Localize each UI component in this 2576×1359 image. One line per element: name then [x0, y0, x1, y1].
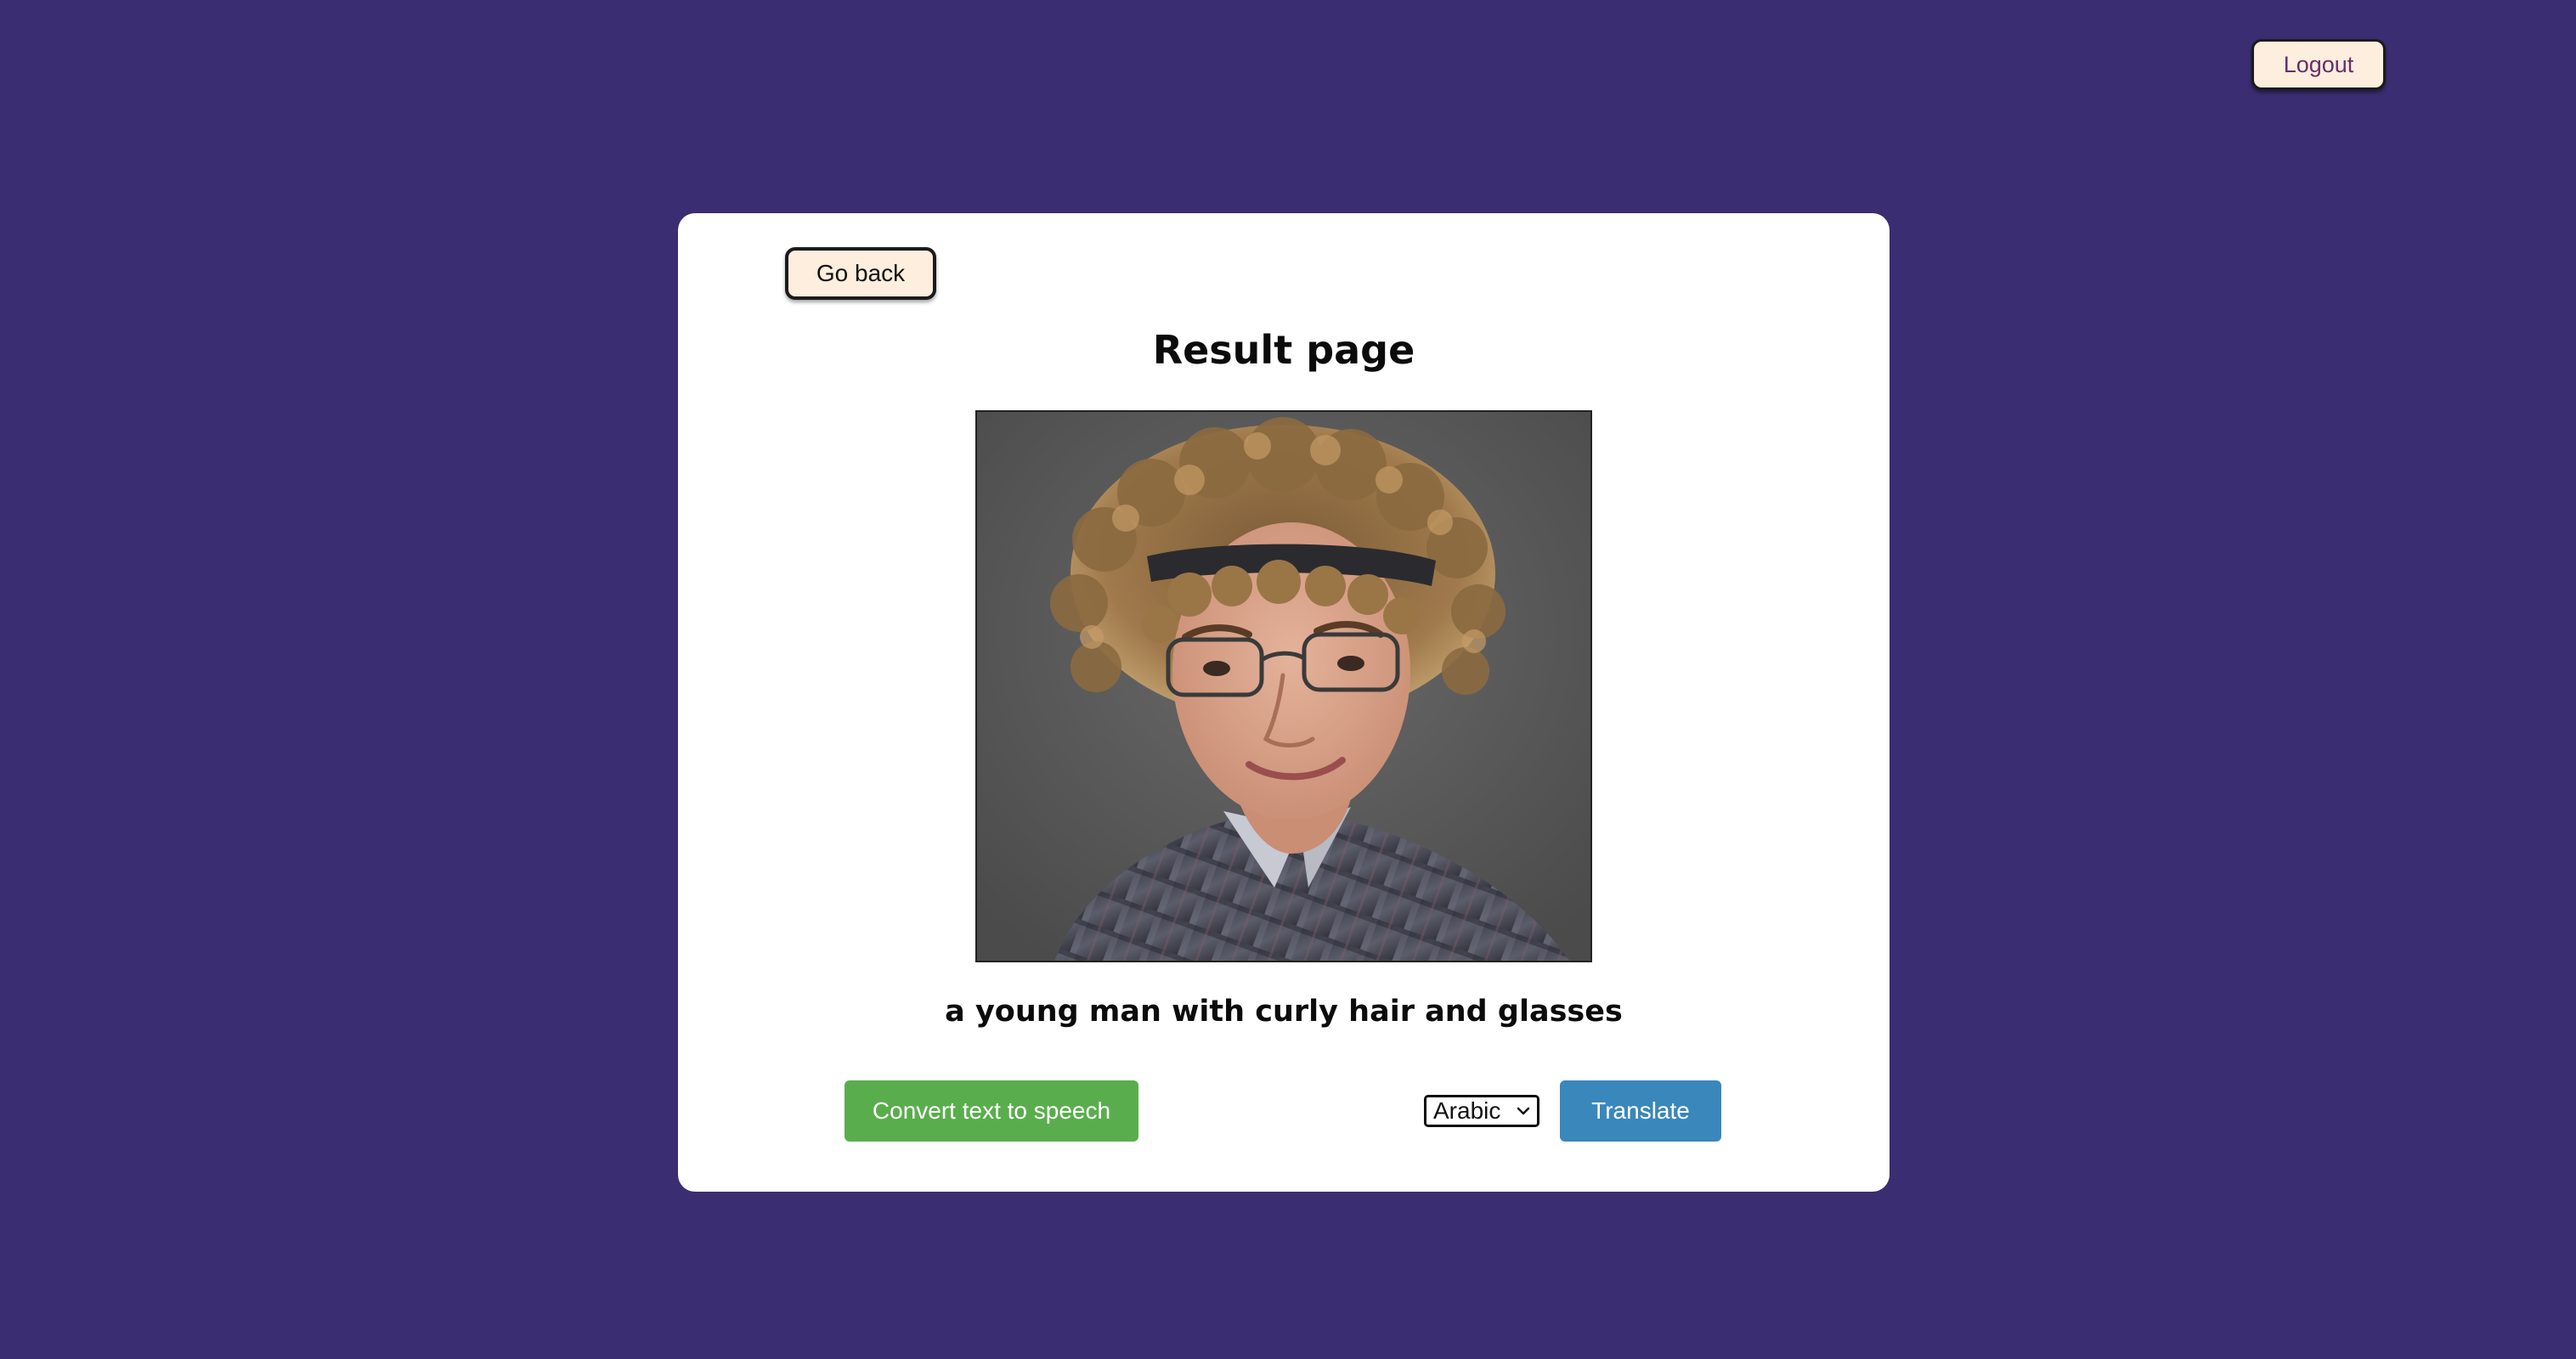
language-select-value: Arabic	[1433, 1097, 1501, 1124]
portrait-image	[977, 412, 1590, 961]
translate-button[interactable]: Translate	[1560, 1080, 1721, 1142]
page-title: Result page	[1152, 327, 1415, 373]
result-card: Go back Result page a young man with cur…	[678, 213, 1890, 1192]
logout-button[interactable]: Logout	[2251, 39, 2386, 90]
language-select[interactable]: Arabic	[1424, 1095, 1539, 1127]
chevron-down-icon	[1517, 1107, 1530, 1115]
image-caption: a young man with curly hair and glasses	[945, 995, 1623, 1029]
convert-text-to-speech-button[interactable]: Convert text to speech	[845, 1080, 1138, 1142]
uploaded-photo	[975, 410, 1592, 962]
go-back-button[interactable]: Go back	[785, 247, 936, 300]
